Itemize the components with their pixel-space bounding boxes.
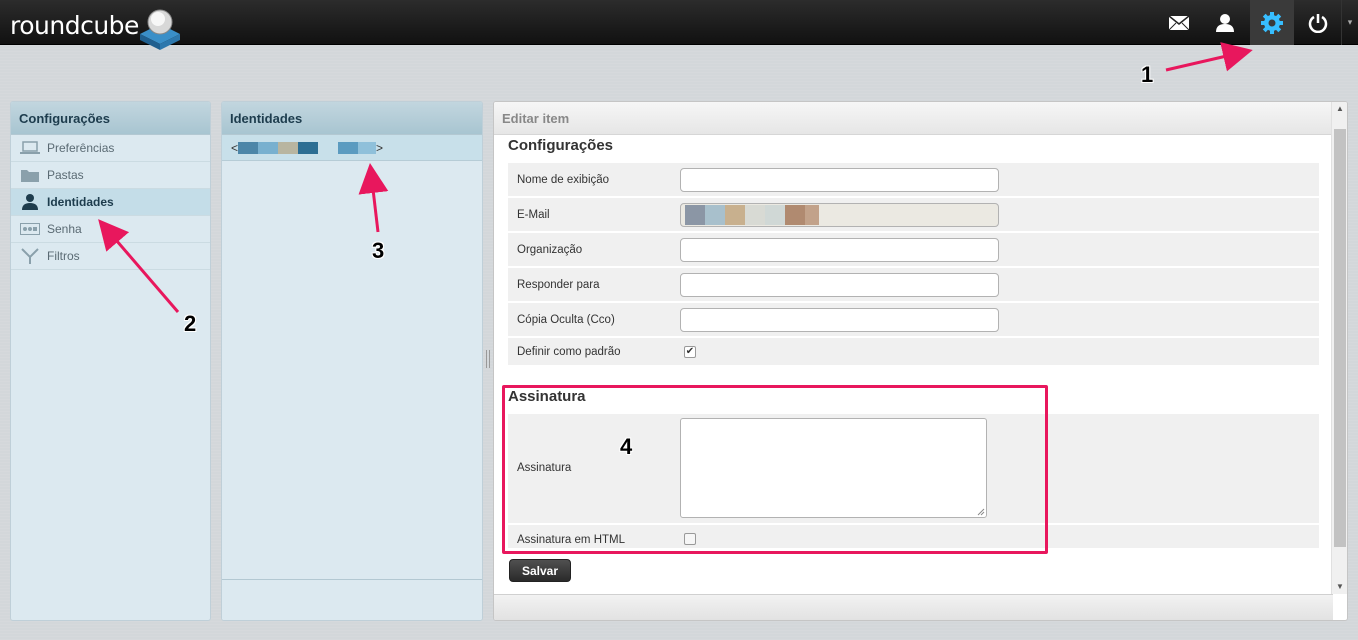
settings-panel: Configurações Preferências Pastas Identi…: [10, 101, 211, 621]
form-row-bcc: Cópia Oculta (Cco): [508, 303, 1319, 338]
scrollbar[interactable]: ▲ ▼: [1331, 102, 1347, 594]
form-row-email: E-Mail: [508, 198, 1319, 233]
annotation-number-2: 2: [184, 311, 197, 336]
save-button[interactable]: Salvar: [509, 559, 571, 582]
edit-panel-title: Editar item: [494, 102, 1347, 135]
folder-icon: [19, 166, 41, 184]
edit-footer: [494, 594, 1333, 620]
contacts-icon[interactable]: [1203, 0, 1247, 45]
redacted-name: [238, 141, 319, 154]
sidebar-item-filters[interactable]: Filtros: [11, 243, 210, 270]
password-icon: [19, 220, 41, 238]
filter-icon: [19, 247, 41, 265]
sidebar-item-label: Filtros: [47, 249, 80, 263]
settings-icon[interactable]: [1250, 0, 1294, 45]
default-checkbox[interactable]: ✔: [684, 346, 696, 358]
reply-to-input[interactable]: [680, 273, 999, 297]
form-row-reply-to: Responder para: [508, 268, 1319, 303]
scroll-down-icon[interactable]: ▼: [1332, 580, 1347, 594]
form-row-default: Definir como padrão ✔: [508, 338, 1319, 367]
scroll-thumb[interactable]: [1334, 129, 1346, 547]
sidebar-item-label: Pastas: [47, 168, 84, 182]
annotation-number-4: 4: [620, 434, 633, 459]
sidebar-item-folders[interactable]: Pastas: [11, 162, 210, 189]
mail-icon[interactable]: [1157, 0, 1201, 45]
reply-to-label: Responder para: [517, 279, 600, 291]
annotation-arrow-1: [1165, 42, 1253, 72]
identities-panel-title: Identidades: [222, 102, 482, 135]
sidebar-item-preferences[interactable]: Preferências: [11, 135, 210, 162]
chevron-down-icon[interactable]: ▾: [1341, 0, 1358, 45]
email-label: E-Mail: [517, 209, 550, 221]
laptop-icon: [19, 139, 41, 157]
settings-panel-title: Configurações: [11, 102, 210, 135]
sidebar-item-label: Identidades: [47, 195, 114, 209]
default-label: Definir como padrão: [517, 346, 621, 358]
email-field[interactable]: [680, 203, 999, 227]
identity-list-item[interactable]: < >: [222, 135, 482, 161]
form-row-display-name: Nome de exibição: [508, 163, 1319, 198]
top-bar: roundcube ▾: [0, 0, 1358, 50]
identities-panel: Identidades < >: [221, 101, 483, 621]
form-row-organization: Organização: [508, 233, 1319, 268]
identity-suffix: >: [376, 140, 384, 155]
sidebar-item-label: Senha: [47, 222, 82, 236]
panel-splitter[interactable]: [486, 350, 490, 368]
scroll-up-icon[interactable]: ▲: [1332, 102, 1347, 116]
sidebar-item-label: Preferências: [47, 141, 115, 155]
logo-text: roundcube: [10, 11, 139, 40]
bcc-label: Cópia Oculta (Cco): [517, 314, 615, 326]
organization-input[interactable]: [680, 238, 999, 262]
redacted-email: [338, 141, 377, 154]
organization-label: Organização: [517, 244, 583, 256]
identity-prefix: <: [231, 140, 239, 155]
identities-footer: [222, 579, 482, 620]
logo-cube-icon: [140, 9, 180, 50]
annotation-number-1: 1: [1141, 62, 1154, 87]
logout-icon[interactable]: [1296, 0, 1340, 45]
display-name-label: Nome de exibição: [517, 174, 610, 186]
display-name-input[interactable]: [680, 168, 999, 192]
section-title-settings: Configurações: [508, 137, 614, 154]
sidebar-item-password[interactable]: Senha: [11, 216, 210, 243]
bcc-input[interactable]: [680, 308, 999, 332]
sidebar-item-identities[interactable]: Identidades: [11, 189, 210, 216]
annotation-box-signature: [502, 385, 1048, 554]
annotation-number-3: 3: [372, 238, 385, 263]
person-icon: [19, 193, 41, 211]
